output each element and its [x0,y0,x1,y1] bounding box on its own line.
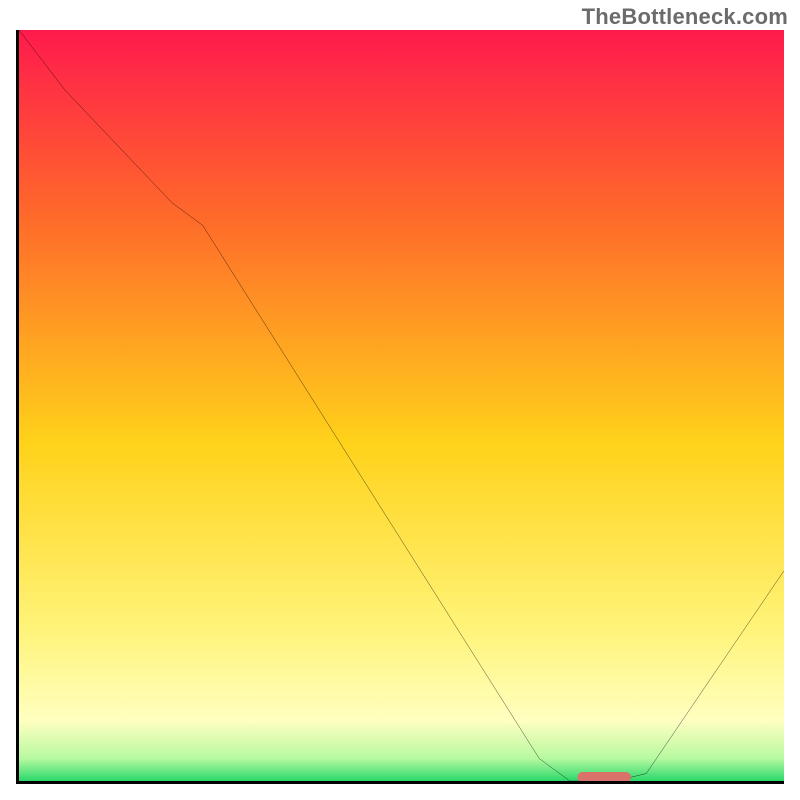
sweet-spot-marker [577,772,631,781]
watermark-text: TheBottleneck.com [582,4,788,30]
chart-plot-area [16,30,784,784]
chart-background [19,30,784,781]
chart-frame: TheBottleneck.com [0,0,800,800]
chart-svg [19,30,784,781]
